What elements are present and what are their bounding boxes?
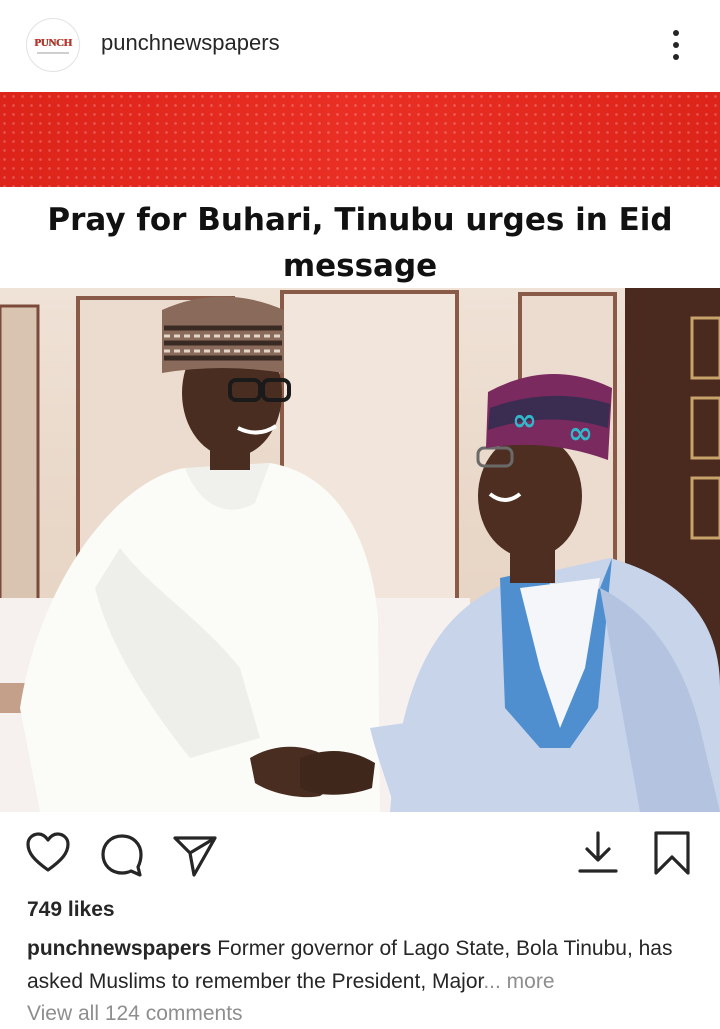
- svg-text:∞: ∞: [568, 416, 593, 451]
- svg-text:∞: ∞: [512, 403, 537, 438]
- like-count[interactable]: 749 likes: [27, 898, 115, 922]
- photo-illustration: ∞ ∞: [0, 288, 720, 812]
- punch-logo: PUNCH: [34, 37, 72, 49]
- heart-icon[interactable]: [24, 829, 72, 877]
- action-bar: [0, 812, 720, 898]
- news-photo: ∞ ∞: [0, 288, 720, 812]
- avatar[interactable]: PUNCH: [26, 18, 80, 72]
- view-comments-link[interactable]: View all 124 comments: [27, 1002, 243, 1026]
- post-header: PUNCH punchnewspapers: [0, 0, 720, 92]
- post-image[interactable]: Pray for Buhari, Tinubu urges in Eid mes…: [0, 92, 720, 812]
- post-caption: punchnewspapers Former governor of Lago …: [27, 932, 697, 998]
- caption-username[interactable]: punchnewspapers: [27, 937, 211, 960]
- caption-more-link[interactable]: ... more: [483, 970, 554, 993]
- comment-icon[interactable]: [98, 831, 146, 879]
- send-icon[interactable]: [172, 831, 220, 879]
- username[interactable]: punchnewspapers: [101, 30, 280, 56]
- red-banner-shade: [0, 92, 720, 187]
- download-icon[interactable]: [574, 829, 622, 877]
- bookmark-icon[interactable]: [648, 829, 696, 877]
- more-vertical-icon[interactable]: [666, 28, 686, 62]
- post-headline: Pray for Buhari, Tinubu urges in Eid mes…: [47, 202, 673, 284]
- logo-underline: [37, 52, 69, 54]
